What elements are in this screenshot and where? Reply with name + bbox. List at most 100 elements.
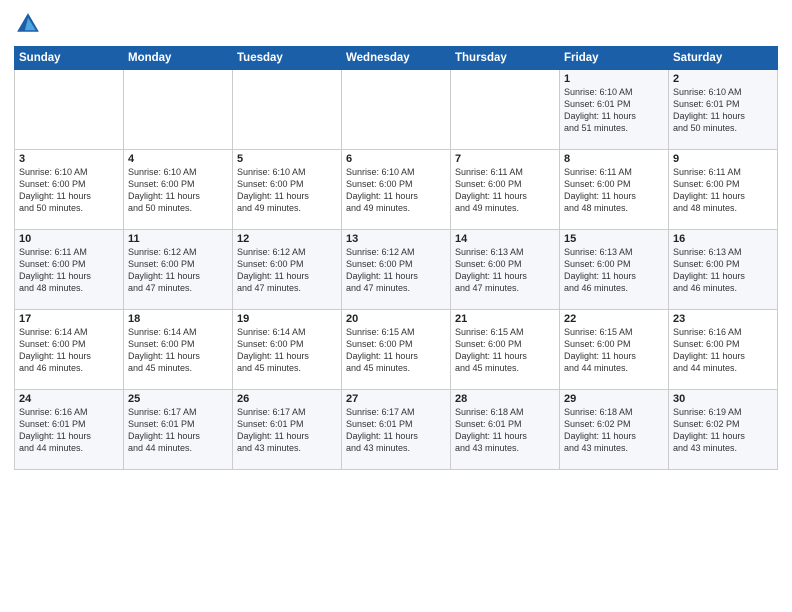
calendar-cell: 27Sunrise: 6:17 AM Sunset: 6:01 PM Dayli… bbox=[342, 390, 451, 470]
header bbox=[14, 10, 778, 38]
weekday-header-row: SundayMondayTuesdayWednesdayThursdayFrid… bbox=[15, 47, 778, 70]
calendar-cell: 7Sunrise: 6:11 AM Sunset: 6:00 PM Daylig… bbox=[451, 150, 560, 230]
day-number: 23 bbox=[673, 313, 773, 325]
day-number: 9 bbox=[673, 153, 773, 165]
day-info: Sunrise: 6:13 AM Sunset: 6:00 PM Dayligh… bbox=[564, 246, 664, 295]
calendar-cell: 9Sunrise: 6:11 AM Sunset: 6:00 PM Daylig… bbox=[669, 150, 778, 230]
day-info: Sunrise: 6:10 AM Sunset: 6:00 PM Dayligh… bbox=[19, 166, 119, 215]
week-row-3: 10Sunrise: 6:11 AM Sunset: 6:00 PM Dayli… bbox=[15, 230, 778, 310]
calendar-cell: 14Sunrise: 6:13 AM Sunset: 6:00 PM Dayli… bbox=[451, 230, 560, 310]
weekday-header-saturday: Saturday bbox=[669, 47, 778, 70]
calendar-cell: 6Sunrise: 6:10 AM Sunset: 6:00 PM Daylig… bbox=[342, 150, 451, 230]
day-info: Sunrise: 6:19 AM Sunset: 6:02 PM Dayligh… bbox=[673, 406, 773, 455]
calendar-cell bbox=[342, 70, 451, 150]
day-info: Sunrise: 6:13 AM Sunset: 6:00 PM Dayligh… bbox=[455, 246, 555, 295]
day-info: Sunrise: 6:14 AM Sunset: 6:00 PM Dayligh… bbox=[19, 326, 119, 375]
logo-icon bbox=[14, 10, 42, 38]
day-info: Sunrise: 6:10 AM Sunset: 6:00 PM Dayligh… bbox=[237, 166, 337, 215]
day-number: 28 bbox=[455, 393, 555, 405]
day-info: Sunrise: 6:15 AM Sunset: 6:00 PM Dayligh… bbox=[455, 326, 555, 375]
day-number: 27 bbox=[346, 393, 446, 405]
day-number: 24 bbox=[19, 393, 119, 405]
calendar-cell: 3Sunrise: 6:10 AM Sunset: 6:00 PM Daylig… bbox=[15, 150, 124, 230]
calendar-cell: 2Sunrise: 6:10 AM Sunset: 6:01 PM Daylig… bbox=[669, 70, 778, 150]
day-number: 26 bbox=[237, 393, 337, 405]
weekday-header-thursday: Thursday bbox=[451, 47, 560, 70]
day-number: 1 bbox=[564, 73, 664, 85]
day-number: 17 bbox=[19, 313, 119, 325]
day-info: Sunrise: 6:12 AM Sunset: 6:00 PM Dayligh… bbox=[237, 246, 337, 295]
calendar: SundayMondayTuesdayWednesdayThursdayFrid… bbox=[14, 46, 778, 470]
day-number: 10 bbox=[19, 233, 119, 245]
calendar-cell: 13Sunrise: 6:12 AM Sunset: 6:00 PM Dayli… bbox=[342, 230, 451, 310]
day-number: 6 bbox=[346, 153, 446, 165]
day-info: Sunrise: 6:14 AM Sunset: 6:00 PM Dayligh… bbox=[237, 326, 337, 375]
day-number: 12 bbox=[237, 233, 337, 245]
day-number: 2 bbox=[673, 73, 773, 85]
day-number: 13 bbox=[346, 233, 446, 245]
day-number: 14 bbox=[455, 233, 555, 245]
calendar-cell bbox=[233, 70, 342, 150]
day-info: Sunrise: 6:14 AM Sunset: 6:00 PM Dayligh… bbox=[128, 326, 228, 375]
calendar-cell: 17Sunrise: 6:14 AM Sunset: 6:00 PM Dayli… bbox=[15, 310, 124, 390]
weekday-header-tuesday: Tuesday bbox=[233, 47, 342, 70]
calendar-cell: 26Sunrise: 6:17 AM Sunset: 6:01 PM Dayli… bbox=[233, 390, 342, 470]
page: SundayMondayTuesdayWednesdayThursdayFrid… bbox=[0, 0, 792, 612]
day-number: 16 bbox=[673, 233, 773, 245]
day-number: 29 bbox=[564, 393, 664, 405]
day-info: Sunrise: 6:18 AM Sunset: 6:01 PM Dayligh… bbox=[455, 406, 555, 455]
week-row-1: 1Sunrise: 6:10 AM Sunset: 6:01 PM Daylig… bbox=[15, 70, 778, 150]
day-number: 19 bbox=[237, 313, 337, 325]
day-info: Sunrise: 6:10 AM Sunset: 6:01 PM Dayligh… bbox=[564, 86, 664, 135]
day-number: 11 bbox=[128, 233, 228, 245]
day-number: 15 bbox=[564, 233, 664, 245]
day-info: Sunrise: 6:17 AM Sunset: 6:01 PM Dayligh… bbox=[128, 406, 228, 455]
day-info: Sunrise: 6:15 AM Sunset: 6:00 PM Dayligh… bbox=[346, 326, 446, 375]
day-number: 30 bbox=[673, 393, 773, 405]
day-number: 4 bbox=[128, 153, 228, 165]
calendar-cell: 20Sunrise: 6:15 AM Sunset: 6:00 PM Dayli… bbox=[342, 310, 451, 390]
day-number: 7 bbox=[455, 153, 555, 165]
weekday-header-monday: Monday bbox=[124, 47, 233, 70]
day-info: Sunrise: 6:15 AM Sunset: 6:00 PM Dayligh… bbox=[564, 326, 664, 375]
day-number: 5 bbox=[237, 153, 337, 165]
calendar-cell: 1Sunrise: 6:10 AM Sunset: 6:01 PM Daylig… bbox=[560, 70, 669, 150]
calendar-cell: 28Sunrise: 6:18 AM Sunset: 6:01 PM Dayli… bbox=[451, 390, 560, 470]
day-number: 22 bbox=[564, 313, 664, 325]
day-info: Sunrise: 6:11 AM Sunset: 6:00 PM Dayligh… bbox=[673, 166, 773, 215]
day-info: Sunrise: 6:12 AM Sunset: 6:00 PM Dayligh… bbox=[128, 246, 228, 295]
day-info: Sunrise: 6:10 AM Sunset: 6:00 PM Dayligh… bbox=[346, 166, 446, 215]
calendar-cell: 10Sunrise: 6:11 AM Sunset: 6:00 PM Dayli… bbox=[15, 230, 124, 310]
week-row-4: 17Sunrise: 6:14 AM Sunset: 6:00 PM Dayli… bbox=[15, 310, 778, 390]
calendar-cell bbox=[15, 70, 124, 150]
day-info: Sunrise: 6:11 AM Sunset: 6:00 PM Dayligh… bbox=[455, 166, 555, 215]
day-info: Sunrise: 6:11 AM Sunset: 6:00 PM Dayligh… bbox=[564, 166, 664, 215]
calendar-cell: 19Sunrise: 6:14 AM Sunset: 6:00 PM Dayli… bbox=[233, 310, 342, 390]
weekday-header-friday: Friday bbox=[560, 47, 669, 70]
calendar-cell: 4Sunrise: 6:10 AM Sunset: 6:00 PM Daylig… bbox=[124, 150, 233, 230]
calendar-cell: 21Sunrise: 6:15 AM Sunset: 6:00 PM Dayli… bbox=[451, 310, 560, 390]
day-number: 18 bbox=[128, 313, 228, 325]
calendar-cell: 30Sunrise: 6:19 AM Sunset: 6:02 PM Dayli… bbox=[669, 390, 778, 470]
calendar-cell: 25Sunrise: 6:17 AM Sunset: 6:01 PM Dayli… bbox=[124, 390, 233, 470]
calendar-cell: 15Sunrise: 6:13 AM Sunset: 6:00 PM Dayli… bbox=[560, 230, 669, 310]
day-info: Sunrise: 6:13 AM Sunset: 6:00 PM Dayligh… bbox=[673, 246, 773, 295]
day-number: 21 bbox=[455, 313, 555, 325]
calendar-cell: 11Sunrise: 6:12 AM Sunset: 6:00 PM Dayli… bbox=[124, 230, 233, 310]
day-info: Sunrise: 6:16 AM Sunset: 6:00 PM Dayligh… bbox=[673, 326, 773, 375]
calendar-cell: 12Sunrise: 6:12 AM Sunset: 6:00 PM Dayli… bbox=[233, 230, 342, 310]
weekday-header-sunday: Sunday bbox=[15, 47, 124, 70]
day-info: Sunrise: 6:16 AM Sunset: 6:01 PM Dayligh… bbox=[19, 406, 119, 455]
logo bbox=[14, 10, 46, 38]
day-info: Sunrise: 6:10 AM Sunset: 6:00 PM Dayligh… bbox=[128, 166, 228, 215]
day-info: Sunrise: 6:11 AM Sunset: 6:00 PM Dayligh… bbox=[19, 246, 119, 295]
day-number: 20 bbox=[346, 313, 446, 325]
calendar-cell: 18Sunrise: 6:14 AM Sunset: 6:00 PM Dayli… bbox=[124, 310, 233, 390]
calendar-cell bbox=[451, 70, 560, 150]
weekday-header-wednesday: Wednesday bbox=[342, 47, 451, 70]
day-info: Sunrise: 6:12 AM Sunset: 6:00 PM Dayligh… bbox=[346, 246, 446, 295]
calendar-cell: 22Sunrise: 6:15 AM Sunset: 6:00 PM Dayli… bbox=[560, 310, 669, 390]
day-number: 3 bbox=[19, 153, 119, 165]
calendar-cell: 16Sunrise: 6:13 AM Sunset: 6:00 PM Dayli… bbox=[669, 230, 778, 310]
week-row-5: 24Sunrise: 6:16 AM Sunset: 6:01 PM Dayli… bbox=[15, 390, 778, 470]
